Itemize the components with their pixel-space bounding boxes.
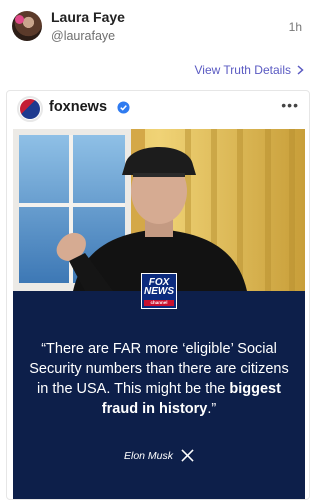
- quote-attribution: Elon Musk: [7, 449, 309, 462]
- card-header: foxnews •••: [7, 91, 309, 127]
- post-header: Laura Faye @laurafaye 1h: [0, 0, 316, 56]
- post-photo: [13, 129, 305, 291]
- quote-text: “There are FAR more ‘eligible’ Social Se…: [29, 339, 289, 419]
- avatar[interactable]: [12, 11, 42, 41]
- verified-badge-icon: [117, 101, 130, 114]
- logo-line2: NEWS: [144, 286, 174, 297]
- view-truth-details-link[interactable]: View Truth Details: [195, 63, 305, 77]
- card-account-name[interactable]: foxnews: [49, 99, 107, 115]
- embedded-post-card[interactable]: foxnews ••• FOX NEWS channel “There are …: [6, 90, 310, 500]
- chevron-right-icon: [297, 65, 304, 75]
- x-logo-icon: [181, 449, 194, 462]
- view-details-label: View Truth Details: [194, 63, 292, 77]
- quote-part-3: .”: [207, 401, 217, 417]
- fox-news-logo: FOX NEWS channel: [141, 273, 177, 309]
- foxnews-avatar[interactable]: [17, 96, 43, 122]
- more-horizontal-icon[interactable]: •••: [281, 97, 299, 113]
- attribution-name: Elon Musk: [123, 449, 174, 462]
- timestamp: 1h: [288, 20, 302, 34]
- foxnews-mini-logo: [20, 99, 40, 119]
- logo-line3: channel: [144, 300, 174, 306]
- display-name[interactable]: Laura Faye: [51, 9, 125, 25]
- handle[interactable]: @laurafaye: [51, 29, 115, 43]
